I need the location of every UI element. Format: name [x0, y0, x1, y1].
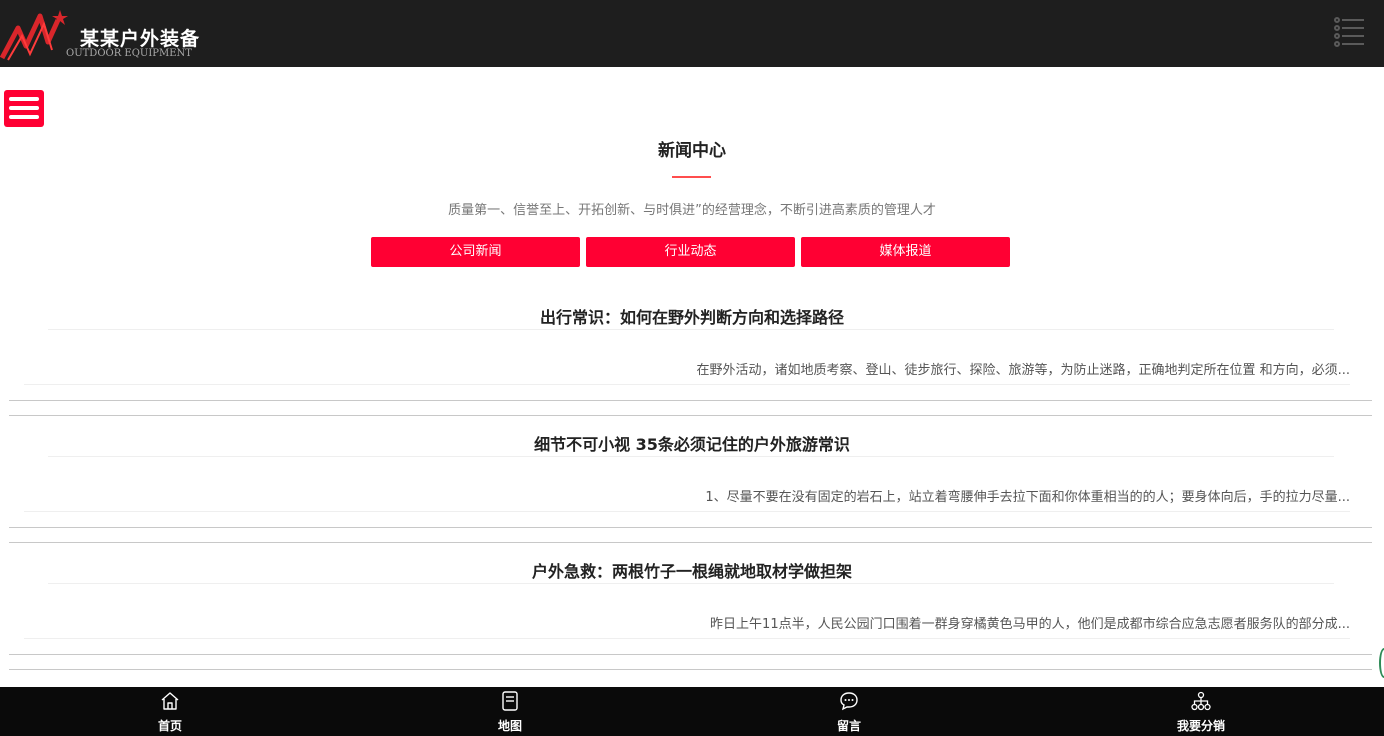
nav-label: 首页	[157, 719, 182, 733]
page: 某某户外装备 OUTDOOR EQUIPMENT 新闻中心 质量第一、信誉至上、…	[0, 0, 1384, 736]
divider	[24, 511, 1350, 512]
message-icon	[840, 692, 858, 711]
map-icon	[502, 691, 518, 711]
nav-item-map[interactable]: 地图	[460, 687, 560, 736]
divider	[48, 583, 1334, 584]
floating-widget-edge[interactable]	[1379, 648, 1384, 678]
divider	[48, 329, 1334, 330]
list-menu-icon[interactable]	[1332, 16, 1366, 50]
nav-item-home[interactable]: 首页	[120, 687, 220, 736]
news-item[interactable]: 细节不可小视 35条必须记住的户外旅游常识 1、尽量不要在没有固定的岩石上，站立…	[0, 431, 1384, 558]
divider	[24, 638, 1350, 639]
divider	[9, 669, 1372, 670]
section-title: 新闻中心	[658, 141, 726, 161]
news-title[interactable]: 细节不可小视 35条必须记住的户外旅游常识	[0, 431, 1384, 455]
nav-label: 我要分销	[1176, 719, 1225, 733]
divider	[9, 415, 1372, 416]
site-logo[interactable]: 某某户外装备 OUTDOOR EQUIPMENT	[0, 6, 200, 62]
hamburger-icon[interactable]	[4, 90, 44, 127]
nav-item-distribution[interactable]: 我要分销	[1151, 687, 1251, 736]
nav-label: 留言	[836, 719, 861, 733]
news-category-tabs: 公司新闻 行业动态 媒体报道	[371, 237, 1011, 267]
section-description: 质量第一、信誉至上、开拓创新、与时俱进”的经营理念，不断引进高素质的管理人才	[448, 203, 936, 218]
news-title[interactable]: 户外急救：两根竹子一根绳就地取材学做担架	[0, 558, 1384, 582]
divider	[9, 542, 1372, 543]
tab-company-news[interactable]: 公司新闻	[371, 237, 580, 267]
site-header: 某某户外装备 OUTDOOR EQUIPMENT	[0, 0, 1384, 67]
divider	[9, 654, 1372, 655]
news-summary: 在野外活动，诸如地质考察、登山、徒步旅行、探险、旅游等，为防止迷路，正确地判定所…	[696, 363, 1350, 378]
tab-industry-news[interactable]: 行业动态	[586, 237, 795, 267]
title-underline	[672, 176, 711, 178]
divider	[9, 400, 1372, 401]
nav-label: 地图	[497, 719, 522, 733]
divider	[48, 456, 1334, 457]
home-icon	[161, 692, 179, 710]
brand-name: 某某户外装备	[80, 28, 201, 50]
divider	[9, 527, 1372, 528]
news-summary: 1、尽量不要在没有固定的岩石上，站立着弯腰伸手去拉下面和你体重相当的的人；要身体…	[705, 490, 1350, 505]
logo-mark-icon	[0, 10, 68, 61]
brand-subtitle: OUTDOOR EQUIPMENT	[66, 48, 192, 59]
nav-item-message[interactable]: 留言	[799, 687, 899, 736]
news-item[interactable]: 出行常识：如何在野外判断方向和选择路径 在野外活动，诸如地质考察、登山、徒步旅行…	[0, 304, 1384, 431]
divider	[24, 384, 1350, 385]
news-item[interactable]: 户外急救：两根竹子一根绳就地取材学做担架 昨日上午11点半，人民公园门口围着一群…	[0, 558, 1384, 685]
bottom-nav: 首页 地图 留言 我要分销	[0, 687, 1384, 736]
news-summary: 昨日上午11点半，人民公园门口围着一群身穿橘黄色马甲的人，他们是成都市综合应急志…	[710, 617, 1350, 632]
news-title[interactable]: 出行常识：如何在野外判断方向和选择路径	[0, 304, 1384, 328]
tab-media-reports[interactable]: 媒体报道	[801, 237, 1010, 267]
distribution-icon	[1191, 691, 1211, 711]
